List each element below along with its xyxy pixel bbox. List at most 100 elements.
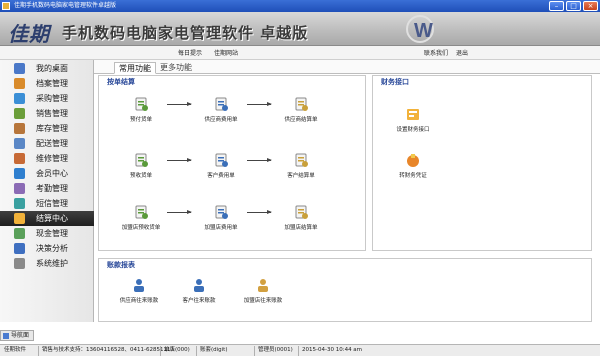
finance-panel: 财务接口 设置财务接口 转财务凭证 (372, 75, 592, 251)
account-report-item[interactable]: 加盟店往来账款 (233, 277, 293, 304)
status-operator: 管理员(0001) (258, 347, 293, 353)
navigation-tab[interactable]: 导航面 (0, 330, 34, 341)
sidebar-item-5[interactable]: 配送管理 (0, 136, 94, 151)
sidebar-item-7[interactable]: 会员中心 (0, 166, 94, 181)
sidebar-item-13[interactable]: 系统维护 (0, 256, 94, 271)
sidebar-item-label: 我的桌面 (36, 64, 68, 73)
setup-finance-interface-label: 设置财务接口 (396, 127, 430, 133)
flow-arrow (247, 210, 272, 214)
document-icon (135, 153, 148, 167)
sidebar-item-label: 维修管理 (36, 154, 68, 163)
sidebar-item-label: 配送管理 (36, 139, 68, 148)
sidebar-item-label: 会员中心 (36, 169, 68, 178)
sidebar-item-11[interactable]: 现金管理 (0, 226, 94, 241)
flow-arrow (247, 102, 272, 106)
exit-link[interactable]: 退出 (456, 48, 468, 57)
top-link-bar: 每日提示 佳期网站 联系我们 退出 (0, 46, 600, 60)
sidebar-item-1[interactable]: 档案管理 (0, 76, 94, 91)
sidebar-item-icon (14, 78, 25, 89)
settlement-node-label: 预收货单 (129, 173, 152, 179)
tab-bar: 常用功能 更多功能 (94, 60, 600, 74)
sidebar-item-0[interactable]: 我的桌面 (0, 61, 94, 76)
document-icon (215, 153, 228, 167)
sidebar-item-9[interactable]: 短信管理 (0, 196, 94, 211)
document-icon (215, 205, 228, 219)
sidebar-item-icon (14, 93, 25, 104)
account-report-label: 客户往来账款 (182, 298, 216, 304)
sidebar-item-label: 短信管理 (36, 199, 68, 208)
document-icon (135, 205, 148, 219)
account-report-item[interactable]: 供应商往来账款 (109, 277, 169, 304)
sidebar: 我的桌面档案管理采购管理销售管理 库存管理配送管理维修管理会员中心考勤管理短信管理… (0, 60, 94, 322)
finance-settings-icon (407, 109, 419, 120)
sidebar-item-icon (14, 198, 25, 209)
sidebar-item-label: 系统维护 (36, 259, 68, 268)
close-button[interactable]: × (583, 1, 598, 11)
settlement-node-label: 客户结算单 (287, 173, 315, 179)
settlement-node[interactable]: 供应商结算单 (271, 96, 331, 123)
sidebar-item-icon (14, 243, 25, 254)
settlement-node[interactable]: 预收货单 (111, 152, 171, 179)
settlement-node[interactable]: 加盟店费用单 (191, 204, 251, 231)
document-icon (295, 97, 308, 111)
status-datetime: 2015-04-30 10:44 am (302, 347, 363, 353)
document-icon (215, 97, 228, 111)
tab-common-functions[interactable]: 常用功能 (114, 62, 156, 74)
settlement-node-label: 加盟店预收货单 (121, 225, 161, 231)
flow-arrow (247, 158, 272, 162)
sidebar-item-icon (14, 228, 25, 239)
sidebar-item-icon (14, 63, 25, 74)
settlement-node[interactable]: 加盟店结算单 (271, 204, 331, 231)
svg-text:W: W (414, 20, 433, 42)
sidebar-item-icon (14, 258, 25, 269)
maximize-button[interactable]: □ (566, 1, 581, 11)
status-support: 销售与技术支持：13604116528、0411-62851113 (42, 347, 174, 353)
person-report-icon (194, 279, 204, 292)
contact-link[interactable]: 联系我们 (424, 48, 448, 57)
sidebar-item-8[interactable]: 考勤管理 (0, 181, 94, 196)
account-report-label: 供应商往来账款 (119, 298, 159, 304)
daily-tip-link[interactable]: 每日提示 (178, 48, 202, 57)
settlement-node-label: 预付货单 (129, 117, 152, 123)
status-bar: 佳期软件 销售与技术支持：13604116528、0411-62851113 单… (0, 344, 600, 356)
setup-finance-interface-button[interactable]: 设置财务接口 (383, 106, 443, 133)
sidebar-item-10[interactable]: 结算中心 (0, 211, 94, 226)
person-report-icon (134, 279, 144, 292)
app-banner: 佳期 手机数码电脑家电管理软件 卓越版 W (0, 12, 600, 46)
sidebar-item-4[interactable]: 库存管理 (0, 121, 94, 136)
sidebar-item-icon (14, 168, 25, 179)
account-report-title: 账款报表 (107, 261, 135, 269)
settlement-node[interactable]: 客户费用单 (191, 152, 251, 179)
account-report-item[interactable]: 客户往来账款 (169, 277, 229, 304)
settlement-node[interactable]: 加盟店预收货单 (111, 204, 171, 231)
sidebar-item-2[interactable]: 采购管理 (0, 91, 94, 106)
settlement-node[interactable]: 客户结算单 (271, 152, 331, 179)
tab-more-functions[interactable]: 更多功能 (156, 62, 196, 74)
navigation-icon (3, 333, 9, 339)
website-link[interactable]: 佳期网站 (214, 48, 238, 57)
app-icon (2, 2, 10, 10)
finance-panel-title: 财务接口 (381, 78, 409, 86)
settlement-panel: 按单结算 预付货单 供应商费用单 供应商结算单预收货单 客户费用单 客户结算单加盟店预收… (98, 75, 366, 251)
sidebar-item-label: 采购管理 (36, 94, 68, 103)
app-name: 手机数码电脑家电管理软件 卓越版 (62, 24, 309, 42)
sidebar-item-icon (14, 213, 25, 224)
settlement-node-label: 客户费用单 (207, 173, 235, 179)
banner-decoration-icon: W (406, 15, 434, 43)
document-icon (295, 153, 308, 167)
sidebar-item-icon (14, 138, 25, 149)
sidebar-item-12[interactable]: 决策分析 (0, 241, 94, 256)
minimize-button[interactable]: – (549, 1, 564, 11)
sidebar-item-label: 现金管理 (36, 229, 68, 238)
voucher-icon (407, 154, 419, 167)
sidebar-item-3[interactable]: 销售管理 (0, 106, 94, 121)
transfer-voucher-label: 转财务凭证 (399, 173, 427, 179)
sidebar-item-6[interactable]: 维修管理 (0, 151, 94, 166)
transfer-voucher-button[interactable]: 转财务凭证 (383, 152, 443, 179)
sidebar-item-icon (14, 153, 25, 164)
settlement-node[interactable]: 供应商费用单 (191, 96, 251, 123)
settlement-node[interactable]: 预付货单 (111, 96, 171, 123)
sidebar-item-icon (14, 108, 25, 119)
settlement-panel-title: 按单结算 (107, 78, 135, 86)
window-controls: – □ × (549, 1, 598, 11)
